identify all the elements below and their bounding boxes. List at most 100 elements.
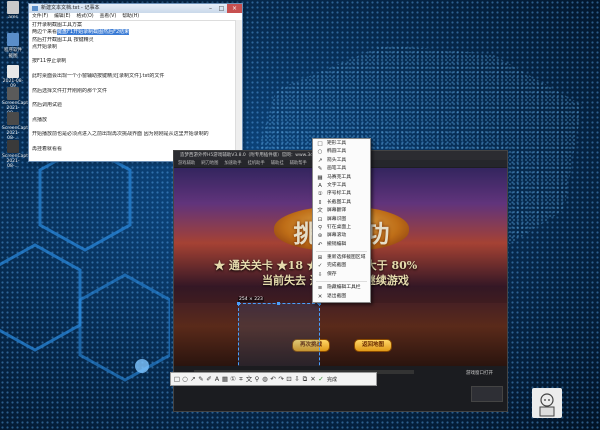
context-menu-label: 马赛克工具 xyxy=(327,174,351,180)
context-menu-item[interactable]: ✓ 完成截图 xyxy=(313,262,370,270)
notepad-line: 然后选择文件打开刚刚的那个文件 xyxy=(32,88,239,95)
app-panel-scroll[interactable] xyxy=(471,386,503,402)
menu-edit[interactable]: 编辑(E) xyxy=(54,14,70,19)
context-menu-label: 画笔工具 xyxy=(327,166,347,172)
app-menu-item[interactable]: 刷刀地图 xyxy=(201,161,218,166)
app-menu-item[interactable]: 加速助手 xyxy=(224,161,241,166)
longshot-icon: ⇕ xyxy=(317,199,323,206)
mosaic-icon[interactable]: ▦ xyxy=(221,374,229,384)
context-menu-item[interactable]: ↗ 箭头工具 xyxy=(313,157,370,165)
number-icon[interactable]: ① xyxy=(229,374,237,384)
crop-icon[interactable]: ⌗ xyxy=(237,374,245,384)
menu-file[interactable]: 文件(F) xyxy=(32,14,48,19)
notepad-text-area[interactable]: 打开录制截图工具方案 两边个来看键盘F1开始录制截图然后F2结束 然后打开截图工具 … xyxy=(29,21,242,154)
resize-handle[interactable] xyxy=(237,302,240,305)
context-menu-item[interactable]: ✕ 退出截图 xyxy=(313,293,370,301)
selection-size-label: 254 × 223 xyxy=(238,297,264,302)
context-menu-item[interactable]: ① 序号标工具 xyxy=(313,190,370,198)
done-button[interactable]: 完成 xyxy=(327,376,337,383)
context-menu-item[interactable]: □ 矩形工具 xyxy=(313,140,370,148)
context-menu-item[interactable]: 文屏幕翻译 xyxy=(313,207,370,215)
notepad-line-text: 点播放 xyxy=(32,116,48,123)
copy-icon[interactable]: ⧉ xyxy=(301,374,309,384)
check-icon[interactable]: ✓ xyxy=(317,374,325,384)
context-menu-label: 屏幕翻译 xyxy=(327,208,347,214)
undo-icon[interactable]: ↶ xyxy=(269,374,277,384)
folder-icon xyxy=(7,65,19,78)
notepad-line-text: 按F11停止录制 xyxy=(32,58,67,65)
context-menu-item[interactable]: ⇕ 长截图工具 xyxy=(313,199,370,207)
desktop-icon-folder[interactable]: 2021-08-09 xyxy=(2,65,24,89)
context-menu-item[interactable]: ✎ 画笔工具 xyxy=(313,165,370,173)
notepad-selected-text: 键盘F1开始录制截图然后F2结束 xyxy=(57,29,130,36)
context-menu-item[interactable]: ⊡ 屏幕识图 xyxy=(313,216,370,224)
highlighter-icon[interactable]: ✐ xyxy=(205,374,213,384)
resize-handle[interactable] xyxy=(277,302,280,305)
rect-icon[interactable]: □ xyxy=(173,374,181,384)
maximize-button[interactable]: □ xyxy=(216,4,227,13)
save-icon[interactable]: ⇩ xyxy=(293,374,301,384)
app-menu-item[interactable]: 挂机助手 xyxy=(248,161,265,166)
pin-icon: ⚲ xyxy=(317,224,323,231)
image-icon xyxy=(7,140,19,153)
done-icon: ✓ xyxy=(317,263,323,270)
notepad-line xyxy=(32,110,239,117)
notepad-scrollbar[interactable] xyxy=(235,20,242,161)
context-menu-item[interactable]: ○ 椭圆工具 xyxy=(313,148,370,156)
app-menu-item[interactable]: 辅助挂 xyxy=(271,161,284,166)
notepad-line-text: 再挂着就看看 xyxy=(32,146,63,153)
notepad-line: 然后打开截图工具 按键精灵 xyxy=(32,37,239,44)
close-button[interactable]: × xyxy=(227,4,242,13)
context-menu-label: 文字工具 xyxy=(327,182,347,188)
notepad-line: 开始播放前也是必须点进入之前出现再次挑战界面 因为刚刚是从这里开始录制的 xyxy=(32,131,239,138)
cancel-icon[interactable]: ✕ xyxy=(309,374,317,384)
translate-icon: 文 xyxy=(317,208,323,215)
app-menu-item[interactable]: 辅助帮手 xyxy=(290,161,307,166)
number-icon: ① xyxy=(317,191,323,198)
notepad-line: 此时桌面会出现一个小窗辅助按键精灵[录制文件].txt的文件 xyxy=(32,73,239,80)
notepad-line-text: 然后打开截图工具 按键精灵 xyxy=(32,36,94,43)
context-menu-item[interactable]: A 文字工具 xyxy=(313,182,370,190)
app-menu-item[interactable]: 游戏辅助 xyxy=(178,161,195,166)
menu-help[interactable]: 帮助(H) xyxy=(122,14,139,19)
notepad-title: 新建文本文档.txt - 记事本 xyxy=(41,5,100,11)
ellipse-icon[interactable]: ○ xyxy=(181,374,189,384)
capture-selection-rect[interactable] xyxy=(237,302,321,366)
context-menu-item[interactable]: ≡ 隐藏编辑工具栏 xyxy=(313,284,370,292)
notepad-window[interactable]: 新建文本文档.txt - 记事本 – □ × 文件(F) 编辑(E) 格式(O) 查看… xyxy=(28,3,243,162)
text-icon[interactable]: A xyxy=(213,374,221,384)
desktop-icon-shortcut[interactable]: 程序软件截图 xyxy=(2,33,24,59)
notepad-line: 点播放 xyxy=(32,117,239,124)
notepad-line xyxy=(32,51,239,58)
pen-icon: ✎ xyxy=(317,166,323,173)
menu-view[interactable]: 查看(V) xyxy=(100,14,117,19)
arrow-icon[interactable]: ↗ xyxy=(189,374,197,384)
context-menu-item[interactable]: ⇩ 保存 xyxy=(313,271,370,279)
context-menu-label: 屏幕识图 xyxy=(327,216,347,222)
capture-toolbar: □ ○ ↗ ✎ ✐ A ▦ ① ⌗ 文 ⚲ ◍ ↶ ↷ ⊡ ⇩ ⧉ ✕ ✓ 完成 xyxy=(170,372,377,386)
translate-icon[interactable]: 文 xyxy=(245,374,253,384)
assistant-avatar[interactable] xyxy=(532,388,562,418)
ocr-icon[interactable]: ⊡ xyxy=(285,374,293,384)
context-menu-item[interactable]: ⊛ 屏幕滚动 xyxy=(313,232,370,240)
context-menu-item[interactable]: ▦ 马赛克工具 xyxy=(313,174,370,182)
menu-format[interactable]: 格式(O) xyxy=(76,14,93,19)
notepad-line-text: 打开录制截图工具方案 xyxy=(32,22,83,28)
context-menu-item[interactable]: ⚲ 钉在桌面上 xyxy=(313,224,370,232)
notepad-line: 点开始录制 xyxy=(32,44,239,51)
open-game-window-link[interactable]: 游戏窗口打开 xyxy=(466,370,493,376)
context-menu-item[interactable]: ⊞ 重新选择截图区域 xyxy=(313,254,370,262)
minimize-button[interactable]: – xyxy=(205,4,216,13)
desktop-icon-capture-3[interactable]: ScreenCapture 2021-08-... xyxy=(2,140,35,169)
pen-icon[interactable]: ✎ xyxy=(197,374,205,384)
blur-icon[interactable]: ◍ xyxy=(261,374,269,384)
context-menu-item[interactable]: ↶ 撤销编辑 xyxy=(313,241,370,249)
context-menu-label: 箭头工具 xyxy=(327,157,347,163)
desktop-icon-capture-2[interactable]: ScreenCapture 2021-08-... xyxy=(2,112,35,141)
notepad-titlebar[interactable]: 新建文本文档.txt - 记事本 – □ × xyxy=(29,4,242,13)
capture-context-menu: □ 矩形工具 ○ 椭圆工具 ↗ 箭头工具 ✎ 画笔工具 ▦ 马赛克工具 A 文字工具 ① 序号标工具 ⇕ 长截… xyxy=(312,138,371,304)
pin-icon[interactable]: ⚲ xyxy=(253,374,261,384)
return-map-button[interactable]: 返回地图 xyxy=(354,339,392,352)
redo-icon[interactable]: ↷ xyxy=(277,374,285,384)
desktop-icon-ares[interactable]: ares xyxy=(2,1,24,20)
